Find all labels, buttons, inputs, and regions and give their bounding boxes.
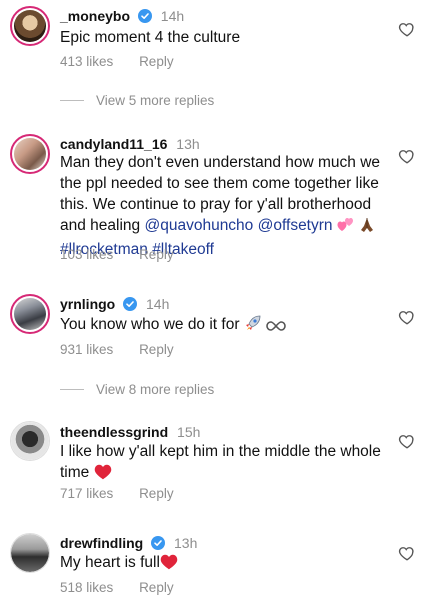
comment-username[interactable]: candyland11_16 xyxy=(60,136,167,152)
comment-text: I like how y'all kept him in the middle … xyxy=(60,441,390,486)
comment-time: 13h xyxy=(176,136,200,152)
view-more-replies[interactable]: View 5 more replies xyxy=(60,93,214,108)
view-more-replies[interactable]: View 8 more replies xyxy=(60,382,214,397)
reply-button[interactable]: Reply xyxy=(139,247,174,262)
reply-button[interactable]: Reply xyxy=(139,342,174,357)
avatar[interactable] xyxy=(10,134,50,174)
comment-time: 13h xyxy=(174,535,198,551)
avatar[interactable] xyxy=(10,6,50,46)
comment-time: 14h xyxy=(146,296,170,312)
comment-body: Epic moment 4 the culture xyxy=(60,29,241,46)
folded-hands-emoji xyxy=(359,217,375,239)
comment-text: You know who we do it for xyxy=(60,314,390,338)
comment-text: Man they don't even understand how much … xyxy=(60,152,390,260)
comment-likes[interactable]: 717 likes xyxy=(60,486,113,501)
divider xyxy=(60,389,84,390)
comment-likes[interactable]: 518 likes xyxy=(60,580,113,595)
avatar[interactable] xyxy=(10,421,50,461)
comment-body: My heart is full xyxy=(60,554,160,571)
reply-button[interactable]: Reply xyxy=(139,580,174,595)
red-heart-emoji xyxy=(94,464,112,486)
comment-username[interactable]: yrnlingo xyxy=(60,296,115,312)
comment-text: My heart is full xyxy=(60,552,390,576)
avatar[interactable] xyxy=(10,533,50,573)
mention-link[interactable]: @quavohuncho xyxy=(144,217,253,234)
comment-likes[interactable]: 931 likes xyxy=(60,342,113,357)
reply-button[interactable]: Reply xyxy=(139,486,174,501)
avatar[interactable] xyxy=(10,294,50,334)
verified-badge-icon xyxy=(137,9,152,23)
mention-link[interactable]: @offsetyrn xyxy=(258,217,333,234)
view-more-label[interactable]: View 5 more replies xyxy=(96,93,214,108)
comment-time: 15h xyxy=(177,424,201,440)
verified-badge-icon xyxy=(151,536,166,550)
comment-text: Epic moment 4 the culture xyxy=(60,27,390,48)
comment-time: 14h xyxy=(160,8,185,24)
divider xyxy=(60,100,84,101)
heart-outline-icon[interactable] xyxy=(398,308,416,326)
comment-likes[interactable]: 103 likes xyxy=(60,247,113,262)
comment-username[interactable]: _moneybo xyxy=(60,8,130,24)
reply-button[interactable]: Reply xyxy=(139,54,174,69)
heart-outline-icon[interactable] xyxy=(398,20,416,38)
heart-outline-icon[interactable] xyxy=(398,147,416,165)
heart-outline-icon[interactable] xyxy=(398,544,416,562)
heart-outline-icon[interactable] xyxy=(398,432,416,450)
comment-username[interactable]: theendlessgrind xyxy=(60,424,168,440)
comment-body: You know who we do it for xyxy=(60,316,240,333)
red-heart-emoji xyxy=(160,554,178,576)
rocket-emoji xyxy=(244,314,262,338)
comment-username[interactable]: drewfindling xyxy=(60,535,143,551)
infinity-emoji xyxy=(266,317,286,338)
verified-badge-icon xyxy=(123,297,138,311)
comment-likes[interactable]: 413 likes xyxy=(60,54,113,69)
view-more-label[interactable]: View 8 more replies xyxy=(96,382,214,397)
two-hearts-emoji xyxy=(337,217,355,239)
